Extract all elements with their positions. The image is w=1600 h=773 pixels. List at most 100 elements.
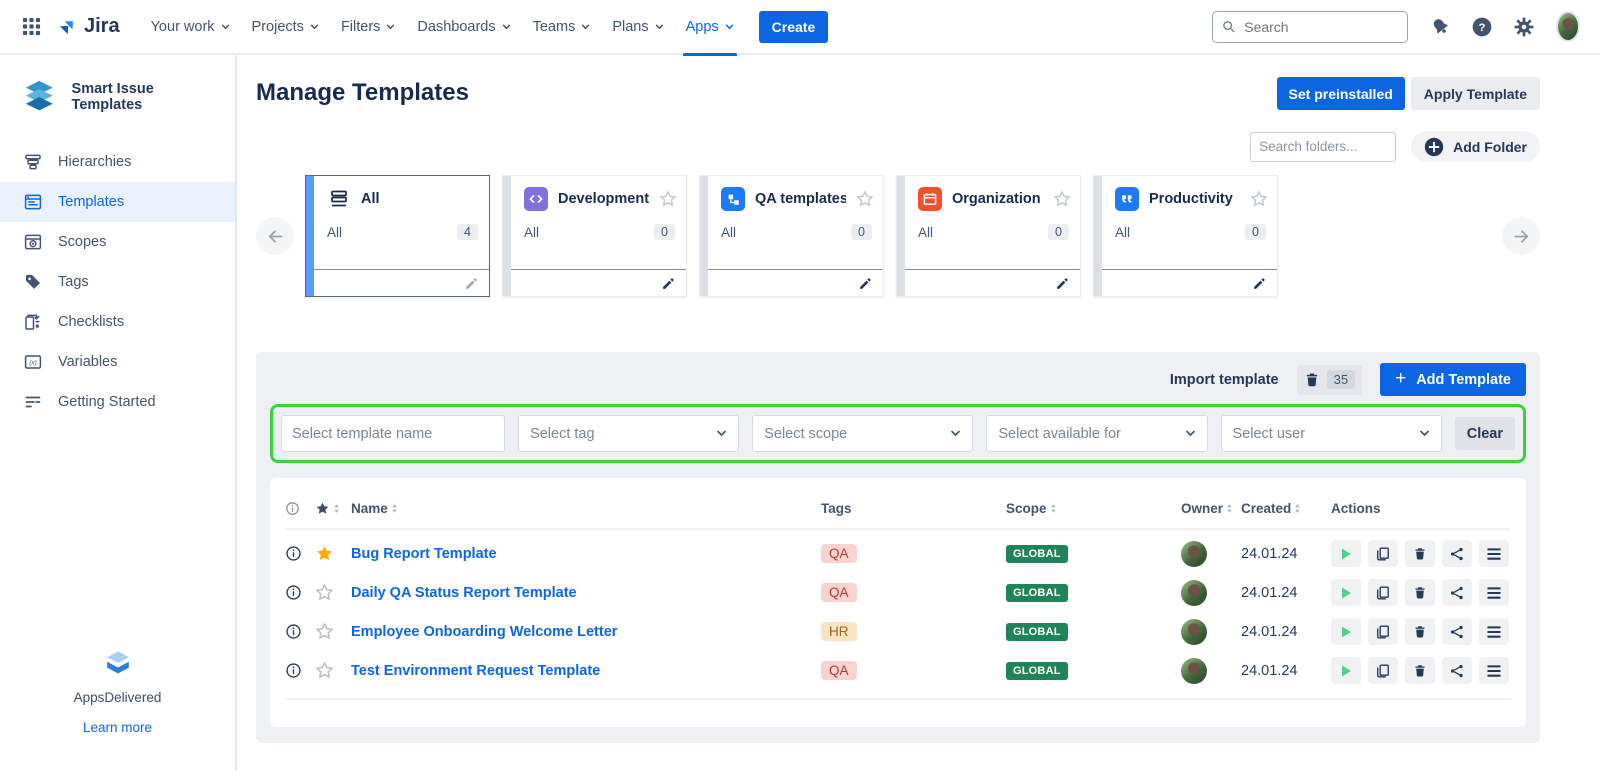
help-button[interactable]: ?	[1464, 9, 1500, 45]
template-name-link[interactable]: Employee Onboarding Welcome Letter	[351, 624, 821, 640]
more-actions-button[interactable]	[1479, 540, 1509, 567]
app-switcher-button[interactable]	[14, 10, 48, 44]
carousel-prev-button[interactable]	[256, 217, 294, 255]
delete-template-button[interactable]	[1405, 657, 1435, 684]
create-button[interactable]: Create	[759, 11, 829, 43]
trash-counter-button[interactable]: 35	[1297, 365, 1362, 395]
column-created-sort[interactable]: Created	[1241, 501, 1331, 516]
templates-icon	[23, 192, 43, 212]
learn-more-link[interactable]: Learn more	[83, 720, 152, 735]
import-template-link[interactable]: Import template	[1170, 372, 1279, 388]
share-template-button[interactable]	[1442, 618, 1472, 645]
delete-template-button[interactable]	[1405, 579, 1435, 606]
star-outline-icon[interactable]	[856, 190, 874, 208]
info-icon[interactable]	[285, 662, 315, 679]
sidebar-item-variables[interactable]: (x) Variables	[0, 342, 235, 382]
carousel-next-button[interactable]	[1502, 217, 1540, 255]
clear-filters-button[interactable]: Clear	[1455, 417, 1515, 450]
share-template-button[interactable]	[1442, 657, 1472, 684]
folder-card-all[interactable]: All All 4	[305, 175, 490, 297]
notifications-button[interactable]	[1422, 9, 1458, 45]
sidebar-item-scopes[interactable]: Scopes	[0, 222, 235, 262]
share-icon	[1449, 546, 1465, 562]
select-tag-dropdown[interactable]: Select tag	[518, 415, 739, 452]
copy-template-button[interactable]	[1368, 657, 1398, 684]
search-folders-input[interactable]	[1250, 132, 1396, 162]
sidebar-item-checklists[interactable]: Checklists	[0, 302, 235, 342]
nav-item-filters[interactable]: Filters	[330, 0, 406, 54]
sidebar-item-hierarchies[interactable]: Hierarchies	[0, 142, 235, 182]
nav-item-apps[interactable]: Apps	[675, 0, 745, 54]
template-name-link[interactable]: Bug Report Template	[351, 546, 821, 562]
templates-panel: Import template 35 + Add Template Select…	[256, 352, 1540, 743]
favorite-folder-button[interactable]	[856, 190, 874, 208]
column-owner-sort[interactable]: Owner	[1181, 501, 1241, 516]
trash-count-badge: 35	[1327, 370, 1355, 389]
sidebar-item-tags[interactable]: Tags	[0, 262, 235, 302]
favorite-folder-button[interactable]	[1053, 190, 1071, 208]
edit-pencil-icon[interactable]	[1055, 276, 1070, 291]
delete-template-button[interactable]	[1405, 540, 1435, 567]
nav-item-plans[interactable]: Plans	[601, 0, 674, 54]
folder-card-productivity[interactable]: Productivity All 0	[1093, 175, 1278, 297]
delete-template-button[interactable]	[1405, 618, 1435, 645]
star-column-sort[interactable]	[315, 501, 351, 516]
info-icon[interactable]	[285, 545, 315, 562]
run-template-button[interactable]	[1331, 579, 1361, 606]
copy-icon	[1375, 663, 1391, 679]
star-filled-icon[interactable]	[315, 544, 351, 563]
nav-item-your-work[interactable]: Your work	[140, 0, 241, 54]
edit-pencil-icon[interactable]	[464, 276, 479, 291]
settings-button[interactable]	[1506, 9, 1542, 45]
select-available-for-dropdown[interactable]: Select available for	[986, 415, 1207, 452]
info-icon[interactable]	[285, 584, 315, 601]
menu-icon	[1486, 664, 1502, 678]
copy-template-button[interactable]	[1368, 579, 1398, 606]
star-outline-icon[interactable]	[315, 661, 351, 680]
more-actions-button[interactable]	[1479, 579, 1509, 606]
favorite-folder-button[interactable]	[1250, 190, 1268, 208]
info-icon[interactable]	[285, 623, 315, 640]
more-actions-button[interactable]	[1479, 657, 1509, 684]
copy-template-button[interactable]	[1368, 540, 1398, 567]
edit-pencil-icon[interactable]	[1252, 276, 1267, 291]
set-preinstalled-button[interactable]: Set preinstalled	[1277, 77, 1405, 110]
add-folder-button[interactable]: Add Folder	[1411, 131, 1540, 162]
folder-card-qa-templates[interactable]: QA templates All 0	[699, 175, 884, 297]
copy-template-button[interactable]	[1368, 618, 1398, 645]
folder-card-development[interactable]: Development All 0	[502, 175, 687, 297]
select-user-dropdown[interactable]: Select user	[1221, 415, 1442, 452]
column-scope-sort[interactable]: Scope	[1006, 501, 1181, 516]
share-template-button[interactable]	[1442, 579, 1472, 606]
template-name-link[interactable]: Daily QA Status Report Template	[351, 585, 821, 601]
search-input[interactable]	[1242, 18, 1398, 36]
nav-item-teams[interactable]: Teams	[522, 0, 602, 54]
nav-item-dashboards[interactable]: Dashboards	[406, 0, 521, 54]
edit-pencil-icon[interactable]	[858, 276, 873, 291]
template-name-filter-input[interactable]	[281, 415, 505, 452]
sidebar-item-templates[interactable]: Templates	[0, 182, 235, 222]
star-outline-icon[interactable]	[315, 622, 351, 641]
nav-item-projects[interactable]: Projects	[241, 0, 330, 54]
more-actions-button[interactable]	[1479, 618, 1509, 645]
template-name-link[interactable]: Test Environment Request Template	[351, 663, 821, 679]
jira-logo[interactable]: Jira	[56, 15, 120, 38]
favorite-folder-button[interactable]	[659, 190, 677, 208]
sidebar-item-getting-started[interactable]: Getting Started	[0, 382, 235, 422]
star-outline-icon[interactable]	[1250, 190, 1268, 208]
add-template-button[interactable]: + Add Template	[1380, 363, 1526, 396]
share-template-button[interactable]	[1442, 540, 1472, 567]
apply-template-button[interactable]: Apply Template	[1411, 77, 1540, 110]
run-template-button[interactable]	[1331, 618, 1361, 645]
column-name-sort[interactable]: Name	[351, 501, 821, 516]
star-outline-icon[interactable]	[659, 190, 677, 208]
run-template-button[interactable]	[1331, 657, 1361, 684]
profile-button[interactable]	[1550, 9, 1586, 45]
edit-pencil-icon[interactable]	[661, 276, 676, 291]
select-scope-dropdown[interactable]: Select scope	[752, 415, 973, 452]
run-template-button[interactable]	[1331, 540, 1361, 567]
global-search[interactable]	[1212, 11, 1408, 43]
folder-card-organization[interactable]: Organization All 0	[896, 175, 1081, 297]
star-outline-icon[interactable]	[315, 583, 351, 602]
star-outline-icon[interactable]	[1053, 190, 1071, 208]
